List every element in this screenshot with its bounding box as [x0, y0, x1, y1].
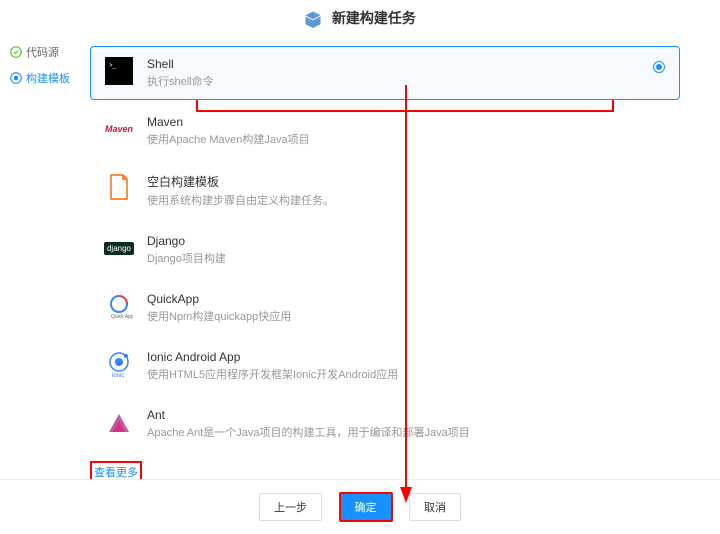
shell-icon: >_ — [105, 57, 133, 85]
template-desc: 使用Apache Maven构建Java项目 — [147, 131, 310, 147]
ant-icon — [105, 408, 133, 436]
file-icon — [105, 173, 133, 201]
template-desc: Django项目构建 — [147, 250, 226, 266]
svg-text:Quick App: Quick App — [111, 314, 133, 320]
template-title: QuickApp — [147, 292, 291, 306]
dialog-footer: 上一步 确定 取消 — [0, 479, 720, 534]
box-icon — [304, 10, 322, 28]
quickapp-icon: Quick App — [105, 292, 133, 320]
template-title: Maven — [147, 115, 310, 129]
template-title: Shell — [147, 57, 214, 71]
ionic-icon: ionic — [105, 350, 133, 378]
template-option-maven[interactable]: Maven Maven 使用Apache Maven构建Java项目 — [90, 104, 680, 158]
template-option-quickapp[interactable]: Quick App QuickApp 使用Npm构建quickapp快应用 — [90, 281, 680, 335]
template-desc: 使用系统构建步骤自由定义构建任务。 — [147, 192, 334, 208]
sidebar: 代码源 构建模板 — [10, 36, 80, 483]
dialog-header: 新建构建任务 — [0, 0, 720, 36]
sidebar-label: 构建模板 — [26, 70, 70, 86]
template-title: 空白构建模板 — [147, 173, 334, 190]
check-circle-icon — [10, 46, 22, 58]
template-desc: Apache Ant是一个Java项目的构建工具，用于编译和部署Java项目 — [147, 424, 470, 440]
template-option-django[interactable]: django Django Django项目构建 — [90, 223, 680, 277]
svg-text:ionic: ionic — [112, 373, 124, 378]
template-list: >_ Shell 执行shell命令 Maven Maven 使用Apache … — [80, 36, 710, 483]
prev-button[interactable]: 上一步 — [259, 493, 322, 521]
template-desc: 使用HTML5应用程序开发框架Ionic开发Android应用 — [147, 366, 398, 382]
sidebar-item-source[interactable]: 代码源 — [10, 44, 80, 60]
template-option-blank[interactable]: 空白构建模板 使用系统构建步骤自由定义构建任务。 — [90, 162, 680, 219]
template-title: Ionic Android App — [147, 350, 398, 364]
template-option-ionic[interactable]: ionic Ionic Android App 使用HTML5应用程序开发框架I… — [90, 339, 680, 393]
template-option-shell[interactable]: >_ Shell 执行shell命令 — [90, 46, 680, 100]
template-title: Django — [147, 234, 226, 248]
circle-icon — [10, 72, 22, 84]
sidebar-label: 代码源 — [26, 44, 59, 60]
svg-text:>_: >_ — [109, 63, 117, 69]
cancel-button[interactable]: 取消 — [409, 493, 461, 521]
maven-icon: Maven — [105, 115, 133, 143]
django-icon: django — [105, 234, 133, 262]
template-desc: 执行shell命令 — [147, 73, 214, 89]
ok-button[interactable]: 确定 — [339, 492, 393, 522]
template-option-ant[interactable]: Ant Apache Ant是一个Java项目的构建工具，用于编译和部署Java… — [90, 397, 680, 451]
radio-icon — [653, 61, 665, 73]
dialog-title: 新建构建任务 — [332, 10, 416, 26]
template-title: Ant — [147, 408, 470, 422]
sidebar-item-template[interactable]: 构建模板 — [10, 70, 80, 86]
template-desc: 使用Npm构建quickapp快应用 — [147, 308, 291, 324]
